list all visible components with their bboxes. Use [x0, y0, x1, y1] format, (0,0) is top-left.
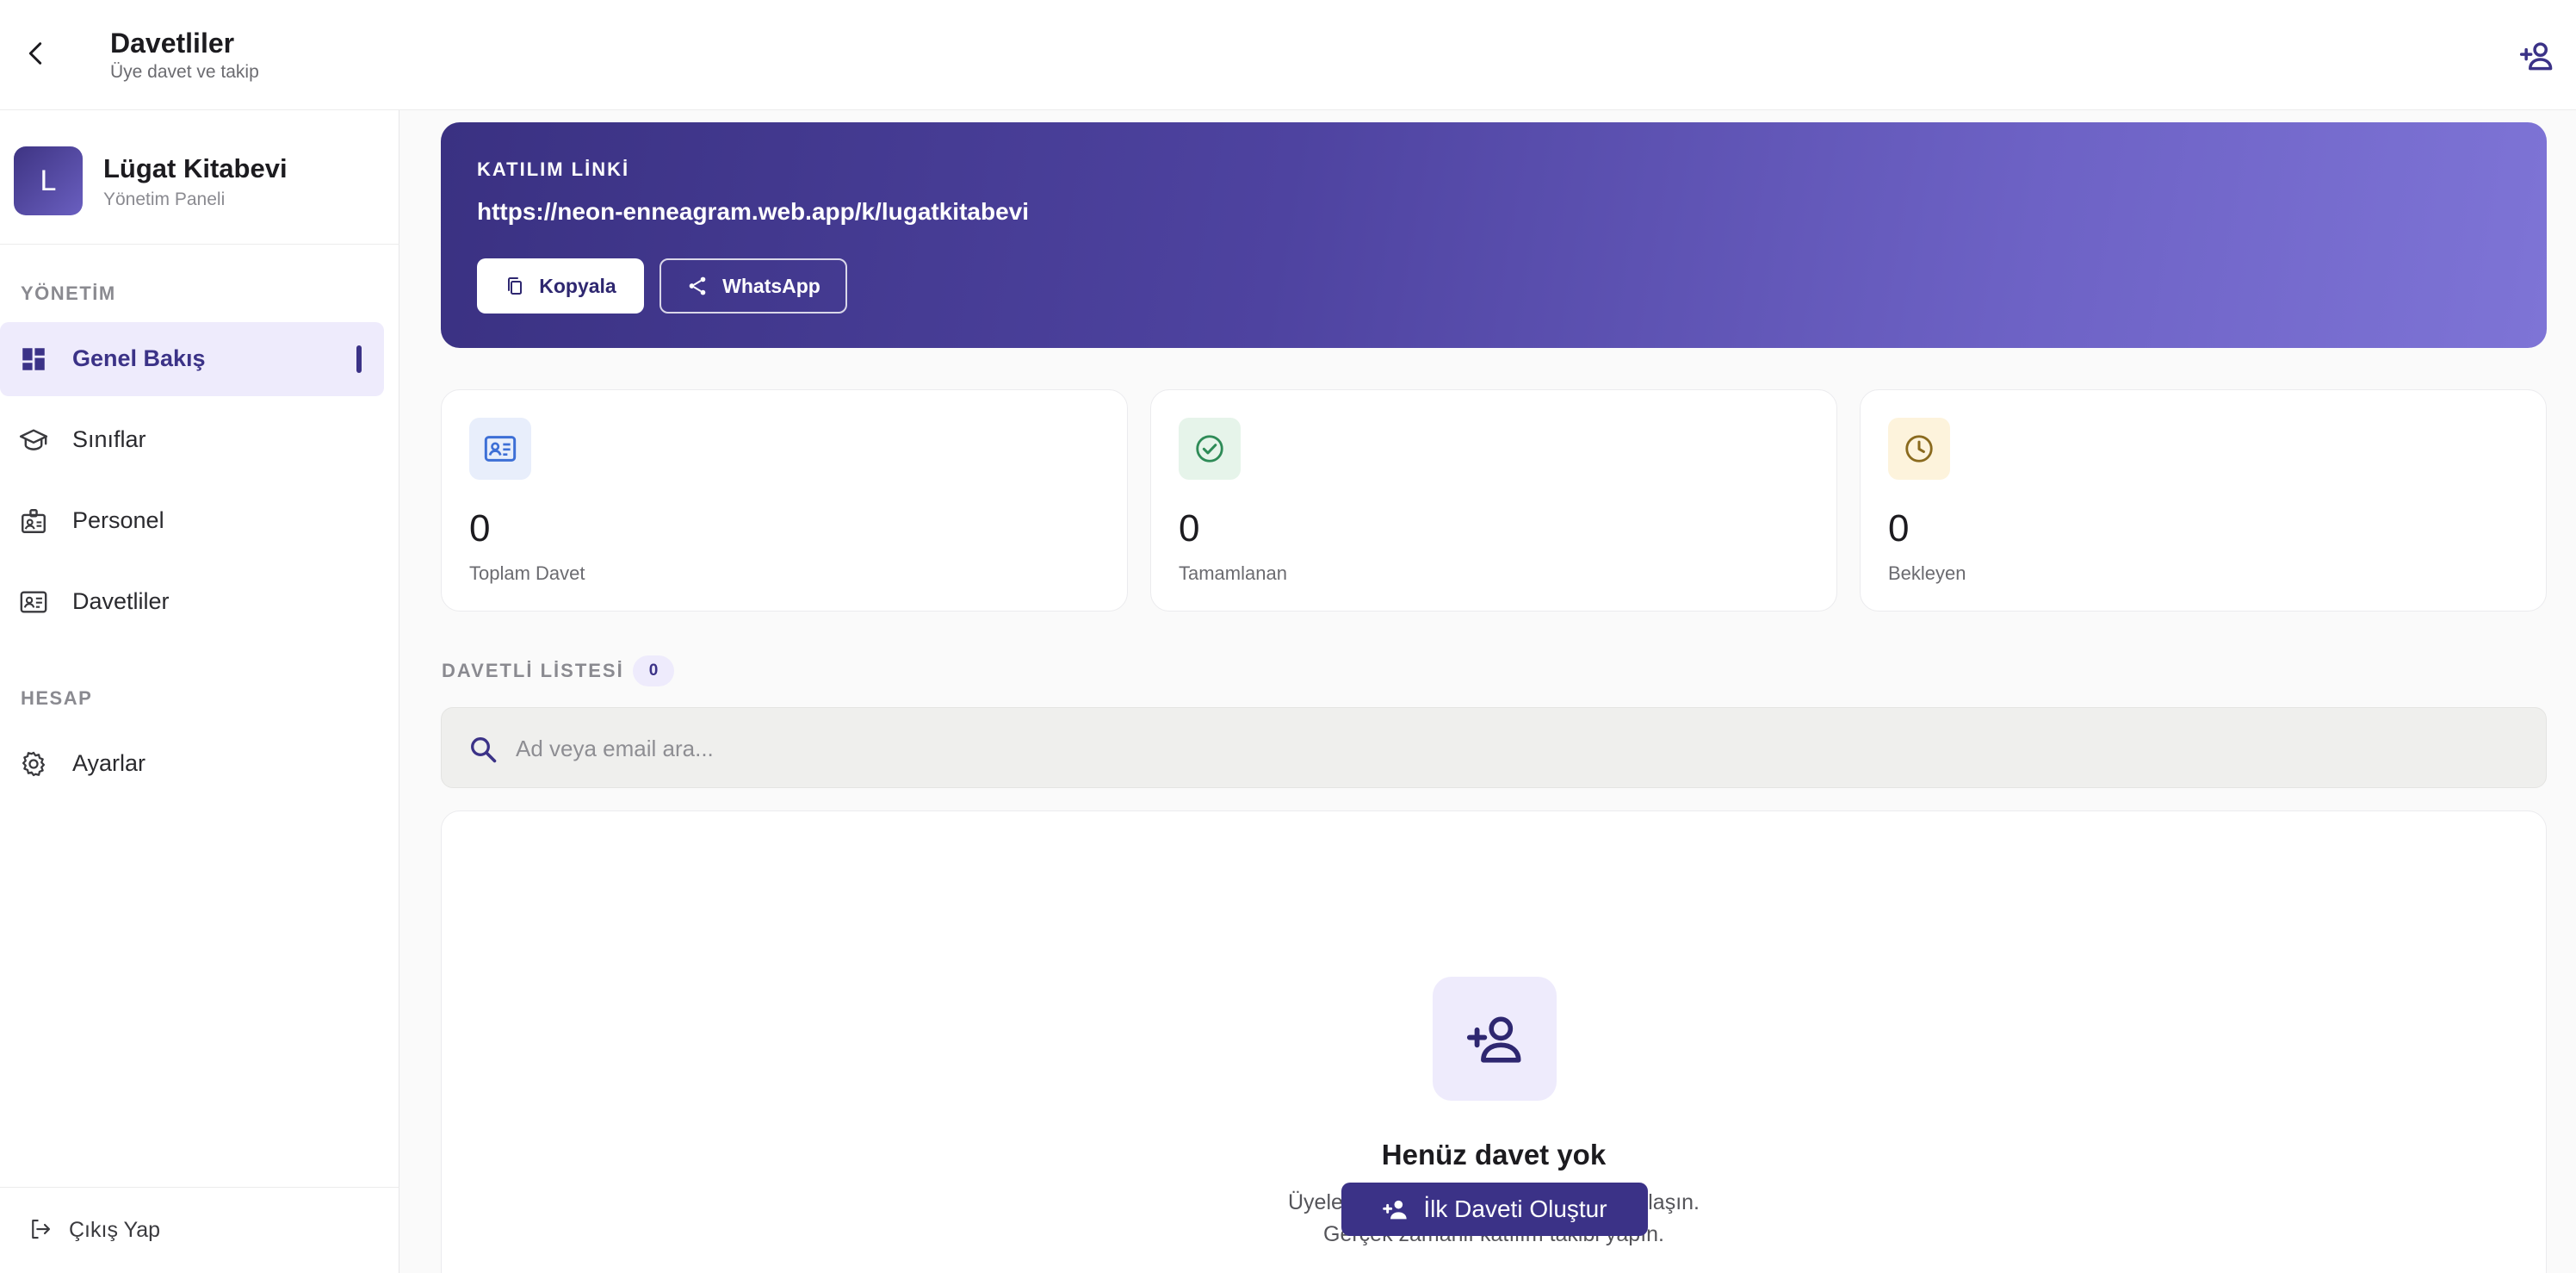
person-add-icon: [2519, 42, 2553, 71]
sidebar-item-label: Ayarlar: [72, 750, 146, 776]
join-link-banner: KATILIM LİNKİ https://neon-enneagram.web…: [441, 122, 2547, 348]
badge-icon: [22, 509, 46, 533]
empty-state-icon-wrap: [1433, 977, 1557, 1101]
org-card: L Lügat Kitabevi Yönetim Paneli: [14, 145, 393, 220]
invitee-list-label: DAVETLİ LİSTESİ: [442, 660, 624, 681]
arrow-back-icon: [28, 42, 42, 65]
stat-icon-wrap: [469, 418, 531, 480]
logout-button[interactable]: Çıkış Yap: [0, 1204, 399, 1256]
contact-card-icon: [20, 591, 47, 613]
stat-value: 0: [469, 507, 491, 550]
invitee-count-badge: 0: [633, 655, 674, 686]
sidebar-item-davetliler[interactable]: Davetliler: [0, 565, 384, 639]
dashboard-icon: [22, 348, 45, 370]
sidebar-item-label: Personel: [72, 507, 164, 533]
stat-value: 0: [1888, 507, 1910, 550]
check-circle-icon: [1196, 435, 1223, 463]
school-icon: [19, 429, 48, 450]
back-button[interactable]: [17, 34, 55, 72]
stat-label: Toplam Davet: [469, 562, 585, 584]
stat-label: Tamamlanan: [1179, 562, 1287, 584]
org-role: Yönetim Paneli: [103, 189, 226, 209]
join-link-label: KATILIM LİNKİ: [477, 158, 630, 180]
org-name: Lügat Kitabevi: [103, 153, 288, 183]
stat-card-pending: 0 Bekleyen: [1860, 389, 2547, 612]
share-icon: [689, 276, 706, 295]
person-add-icon: [1383, 1200, 1408, 1220]
sidebar-item-siniflar[interactable]: Sınıflar: [0, 403, 384, 477]
stat-label: Bekleyen: [1888, 562, 1966, 584]
clock-icon: [1905, 435, 1933, 463]
person-add-icon: [1466, 1016, 1521, 1063]
sidebar-item-label: Genel Bakış: [72, 345, 206, 371]
main-content: KATILIM LİNKİ https://neon-enneagram.web…: [400, 110, 2576, 1273]
active-indicator: [356, 345, 362, 373]
create-first-invite-button[interactable]: İlk Daveti Oluştur: [1341, 1183, 1648, 1236]
sidebar-item-label: Davetliler: [72, 588, 170, 614]
section-label-hesap: HESAP: [21, 687, 93, 709]
stat-icon-wrap: [1888, 418, 1950, 480]
section-label-yonetim: YÖNETİM: [21, 283, 116, 304]
sidebar: L Lügat Kitabevi Yönetim Paneli YÖNETİM …: [0, 110, 399, 1273]
sidebar-divider: [0, 244, 399, 245]
contact-card-icon: [484, 436, 517, 462]
stat-icon-wrap: [1179, 418, 1241, 480]
sidebar-item-ayarlar[interactable]: Ayarlar: [0, 727, 384, 801]
join-link-url: https://neon-enneagram.web.app/k/lugatki…: [477, 198, 1029, 225]
sidebar-item-personel[interactable]: Personel: [0, 484, 384, 558]
gear-icon: [22, 751, 46, 777]
search-icon: [471, 737, 497, 763]
search-box: [441, 707, 2547, 788]
sidebar-item-genel-bakis[interactable]: Genel Bakış: [0, 322, 384, 396]
stat-card-completed: 0 Tamamlanan: [1150, 389, 1837, 612]
logout-label: Çıkış Yap: [69, 1218, 161, 1242]
top-app-bar: Davetliler Üye davet ve takip: [0, 0, 2576, 110]
copy-icon: [508, 277, 523, 295]
page-subtitle: Üye davet ve takip: [110, 62, 259, 82]
create-first-invite-label: İlk Daveti Oluştur: [1423, 1195, 1607, 1222]
page-title: Davetliler: [110, 28, 235, 59]
stat-value: 0: [1179, 507, 1200, 550]
stat-card-total-invites: 0 Toplam Davet: [441, 389, 1128, 612]
sidebar-item-label: Sınıflar: [72, 426, 146, 452]
empty-state-title: Henüz davet yok: [1381, 1139, 1607, 1171]
whatsapp-button-label: WhatsApp: [722, 274, 820, 297]
copy-button-label: Kopyala: [539, 274, 616, 297]
copy-button[interactable]: Kopyala: [477, 258, 644, 314]
logout-icon: [32, 1219, 51, 1239]
org-avatar: L: [14, 146, 83, 215]
whatsapp-share-button[interactable]: WhatsApp: [659, 258, 847, 314]
sidebar-divider: [0, 1187, 399, 1188]
search-input[interactable]: [516, 729, 2496, 768]
add-member-button[interactable]: [2516, 34, 2559, 78]
